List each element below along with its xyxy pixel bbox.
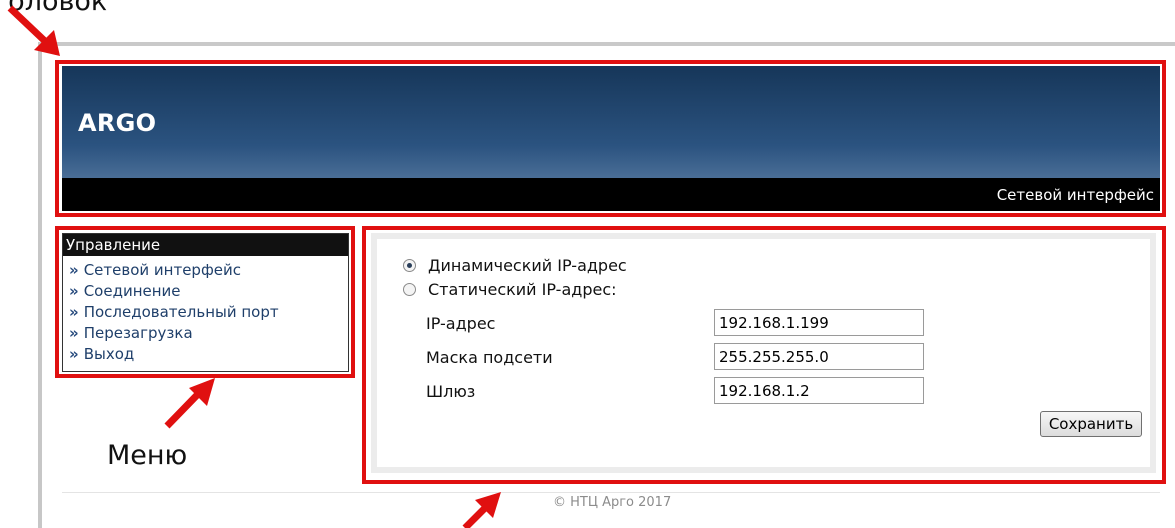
annotation-menu-label: Меню <box>107 440 188 471</box>
footer-divider <box>62 492 1160 493</box>
annotation-menu-box <box>55 226 355 378</box>
annotation-content-box <box>362 226 1166 484</box>
annotation-header-box <box>55 60 1166 217</box>
annotation-arrow-icon <box>462 492 501 528</box>
footer-copyright: © НТЦ Арго 2017 <box>553 495 672 510</box>
annotation-arrow-icon <box>7 5 60 56</box>
annotation-arrow-icon <box>164 378 215 429</box>
